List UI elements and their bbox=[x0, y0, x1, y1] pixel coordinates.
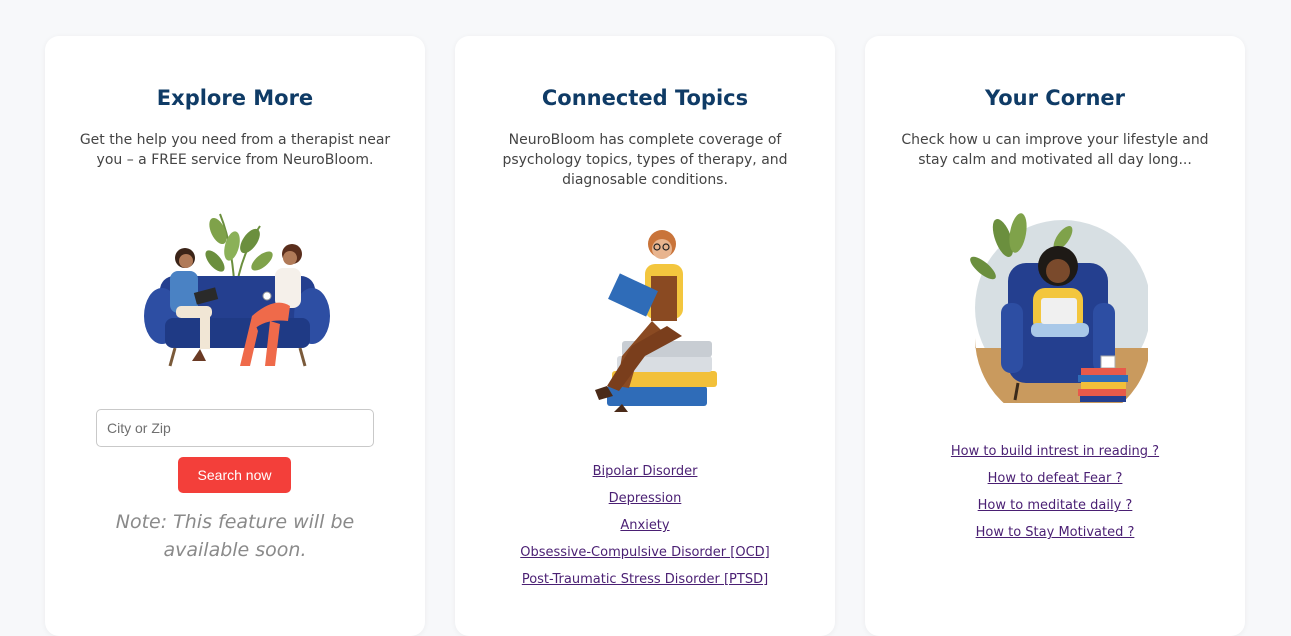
depression-link[interactable]: Depression bbox=[609, 491, 682, 506]
city-zip-search-input[interactable] bbox=[96, 409, 374, 447]
list-item: How to meditate daily ? bbox=[865, 494, 1245, 521]
connected-topics-card: Connected Topics NeuroBloom has complete… bbox=[455, 36, 835, 636]
bipolar-disorder-link[interactable]: Bipolar Disorder bbox=[593, 464, 698, 479]
list-item: How to Stay Motivated ? bbox=[865, 521, 1245, 548]
your-corner-description: Check how u can improve your lifestyle a… bbox=[901, 132, 1209, 168]
reading-interest-link[interactable]: How to build intrest in reading ? bbox=[951, 444, 1159, 459]
your-corner-title: Your Corner bbox=[984, 86, 1126, 110]
explore-more-description: Get the help you need from a therapist n… bbox=[79, 132, 391, 168]
search-now-button[interactable]: Search now bbox=[178, 457, 291, 493]
explore-more-title: Explore More bbox=[156, 86, 314, 110]
connected-topics-description: NeuroBloom has complete coverage of psyc… bbox=[502, 132, 788, 188]
ptsd-link[interactable]: Post-Traumatic Stress Disorder [PTSD] bbox=[522, 572, 768, 587]
list-item: How to defeat Fear ? bbox=[865, 467, 1245, 494]
list-item: Depression bbox=[455, 487, 835, 514]
ocd-link[interactable]: Obsessive-Compulsive Disorder [OCD] bbox=[520, 545, 769, 560]
lifestyle-links-list: How to build intrest in reading ? How to… bbox=[865, 440, 1245, 548]
stay-motivated-link[interactable]: How to Stay Motivated ? bbox=[976, 525, 1135, 540]
list-item: Anxiety bbox=[455, 514, 835, 541]
anxiety-link[interactable]: Anxiety bbox=[620, 518, 669, 533]
list-item: Bipolar Disorder bbox=[455, 460, 835, 487]
explore-more-card: Explore More Get the help you need from … bbox=[45, 36, 425, 636]
feature-availability-note: Note: This feature will be available soo… bbox=[115, 511, 355, 561]
meditate-daily-link[interactable]: How to meditate daily ? bbox=[978, 498, 1133, 513]
topic-links-list: Bipolar Disorder Depression Anxiety Obse… bbox=[455, 460, 835, 595]
your-corner-card: Your Corner Check how u can improve your… bbox=[865, 36, 1245, 636]
list-item: Obsessive-Compulsive Disorder [OCD] bbox=[455, 541, 835, 568]
woman-with-laptop-illustration bbox=[970, 213, 1148, 403]
therapy-session-illustration bbox=[144, 213, 330, 367]
connected-topics-title: Connected Topics bbox=[541, 86, 749, 110]
reading-woman-illustration bbox=[595, 230, 717, 412]
list-item: How to build intrest in reading ? bbox=[865, 440, 1245, 467]
list-item: Post-Traumatic Stress Disorder [PTSD] bbox=[455, 568, 835, 595]
defeat-fear-link[interactable]: How to defeat Fear ? bbox=[988, 471, 1123, 486]
